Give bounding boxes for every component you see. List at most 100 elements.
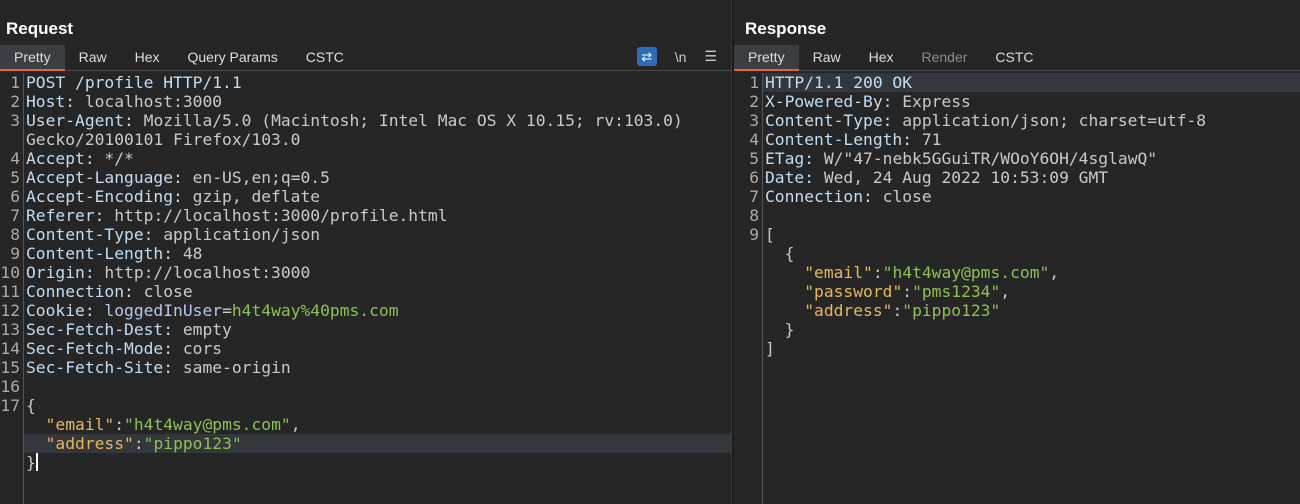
line-content: } bbox=[763, 320, 1300, 339]
code-token: Sec-Fetch-Site: bbox=[26, 358, 183, 377]
request-title: Request bbox=[6, 19, 74, 38]
code-line: 8 bbox=[734, 206, 1300, 225]
tab-hex[interactable]: Hex bbox=[855, 45, 908, 71]
code-token: Accept-Language: bbox=[26, 168, 193, 187]
line-content: Date: Wed, 24 Aug 2022 10:53:09 GMT bbox=[763, 168, 1300, 187]
response-title: Response bbox=[745, 19, 827, 38]
line-content: Accept-Encoding: gzip, deflate bbox=[24, 187, 731, 206]
code-token: HTTP/1.1 200 OK bbox=[765, 73, 913, 92]
tab-raw[interactable]: Raw bbox=[65, 45, 121, 71]
wrap-lines-icon[interactable]: ⇄ bbox=[636, 47, 657, 66]
line-content: POST /profile HTTP/1.1 bbox=[24, 73, 731, 92]
code-token: "h4t4way@pms.com" bbox=[882, 263, 1050, 282]
code-token: "email" bbox=[804, 263, 873, 282]
line-number: 8 bbox=[10, 225, 20, 244]
code-token: close bbox=[882, 187, 932, 206]
line-content: Connection: close bbox=[24, 282, 731, 301]
request-panel: Request Pretty Raw Hex Query Params CSTC ⇄ \… bbox=[0, 0, 731, 504]
code-token: , bbox=[1000, 282, 1011, 301]
line-content: Content-Length: 48 bbox=[24, 244, 731, 263]
code-line: ] bbox=[734, 339, 1300, 358]
line-content: ETag: W/"47-nebk5GGuiTR/WOoY6OH/4sglawQ" bbox=[763, 149, 1300, 168]
line-number: 2 bbox=[10, 92, 20, 111]
code-token: application/json; charset=utf-8 bbox=[902, 111, 1207, 130]
code-token: loggedInUser bbox=[104, 301, 223, 320]
tab-hex[interactable]: Hex bbox=[121, 45, 174, 71]
code-token: Content-Length: bbox=[26, 244, 183, 263]
code-token: } bbox=[26, 453, 36, 472]
code-token: cors bbox=[182, 339, 223, 358]
code-token: , bbox=[1049, 263, 1060, 282]
code-line: } bbox=[734, 320, 1300, 339]
tab-cstc[interactable]: CSTC bbox=[981, 45, 1047, 71]
code-line: 17 { bbox=[0, 396, 731, 415]
line-number: 16 bbox=[0, 377, 20, 396]
code-token: empty bbox=[182, 320, 232, 339]
code-line: Gecko/20100101 Firefox/103.0 bbox=[0, 130, 731, 149]
code-token: { bbox=[765, 244, 795, 263]
line-number: 2 bbox=[749, 92, 759, 111]
code-line: 4 Accept: */* bbox=[0, 149, 731, 168]
line-number: 6 bbox=[749, 168, 759, 187]
response-editor[interactable]: 1 HTTP/1.1 200 OK 2 X-Powered-By: Express 3 C… bbox=[734, 73, 1300, 504]
line-number: 8 bbox=[749, 206, 759, 225]
line-content: Accept-Language: en-US,en;q=0.5 bbox=[24, 168, 731, 187]
code-token: Mozilla/5.0 (Macintosh; Intel Mac OS X 1… bbox=[143, 111, 683, 130]
show-newlines-button[interactable]: \n bbox=[675, 49, 687, 65]
code-token: "address" bbox=[804, 301, 893, 320]
code-line: 1 POST /profile HTTP/1.1 bbox=[0, 73, 731, 92]
line-content: { bbox=[24, 396, 731, 415]
code-token: http://localhost:3000 bbox=[104, 263, 311, 282]
tab-pretty[interactable]: Pretty bbox=[734, 45, 799, 71]
menu-icon[interactable]: ☰ bbox=[704, 48, 717, 65]
code-line: 16 bbox=[0, 377, 731, 396]
tab-raw[interactable]: Raw bbox=[799, 45, 855, 71]
code-token: : bbox=[872, 263, 883, 282]
line-content: Sec-Fetch-Site: same-origin bbox=[24, 358, 731, 377]
code-token: Accept-Encoding: bbox=[26, 187, 193, 206]
line-content: "address":"pippo123" bbox=[763, 301, 1300, 320]
code-token: Wed, 24 Aug 2022 10:53:09 GMT bbox=[823, 168, 1109, 187]
code-token: X-Powered-By: bbox=[765, 92, 903, 111]
code-line: 7 Connection: close bbox=[734, 187, 1300, 206]
line-number: 4 bbox=[10, 149, 20, 168]
code-token: = bbox=[222, 301, 232, 320]
code-line: 3 User-Agent: Mozilla/5.0 (Macintosh; Int… bbox=[0, 111, 731, 130]
response-panel: Response Pretty Raw Hex Render CSTC 1 HTTP/1.… bbox=[734, 0, 1300, 504]
code-line: 14 Sec-Fetch-Mode: cors bbox=[0, 339, 731, 358]
line-content: Origin: http://localhost:3000 bbox=[24, 263, 731, 282]
line-content: Accept: */* bbox=[24, 149, 731, 168]
code-line: "address":"pippo123" bbox=[734, 301, 1300, 320]
line-content: Sec-Fetch-Dest: empty bbox=[24, 320, 731, 339]
line-number: 14 bbox=[0, 339, 20, 358]
code-token: : bbox=[902, 282, 913, 301]
line-number: 4 bbox=[749, 130, 759, 149]
code-line: "password":"pms1234", bbox=[734, 282, 1300, 301]
code-token: Connection: bbox=[765, 187, 883, 206]
code-token: Content-Type: bbox=[765, 111, 903, 130]
response-tabs: Pretty Raw Hex Render CSTC bbox=[734, 45, 1300, 71]
code-line: 5 ETag: W/"47-nebk5GGuiTR/WOoY6OH/4sglawQ… bbox=[734, 149, 1300, 168]
code-line: 13 Sec-Fetch-Dest: empty bbox=[0, 320, 731, 339]
line-number: 6 bbox=[10, 187, 20, 206]
tab-query-params[interactable]: Query Params bbox=[174, 45, 292, 71]
tab-pretty[interactable]: Pretty bbox=[0, 45, 65, 71]
line-content: "email":"h4t4way@pms.com", bbox=[24, 415, 731, 434]
request-editor[interactable]: 1 POST /profile HTTP/1.1 2 Host: localhost:… bbox=[0, 73, 731, 504]
code-token: { bbox=[26, 396, 36, 415]
request-toolbar: ⇄ \n ☰ bbox=[636, 47, 717, 66]
tab-cstc[interactable]: CSTC bbox=[292, 45, 358, 71]
code-token: gzip, deflate bbox=[192, 187, 321, 206]
code-token: "h4t4way@pms.com" bbox=[124, 415, 291, 434]
line-number: 7 bbox=[749, 187, 759, 206]
tab-render[interactable]: Render bbox=[908, 45, 982, 71]
line-content: "password":"pms1234", bbox=[763, 282, 1300, 301]
code-line: 3 Content-Type: application/json; charset… bbox=[734, 111, 1300, 130]
code-token: Accept: bbox=[26, 149, 105, 168]
line-content: Sec-Fetch-Mode: cors bbox=[24, 339, 731, 358]
line-number: 9 bbox=[749, 225, 759, 244]
code-token: Sec-Fetch-Dest: bbox=[26, 320, 183, 339]
line-number: 1 bbox=[10, 73, 20, 92]
line-content: Content-Length: 71 bbox=[763, 130, 1300, 149]
